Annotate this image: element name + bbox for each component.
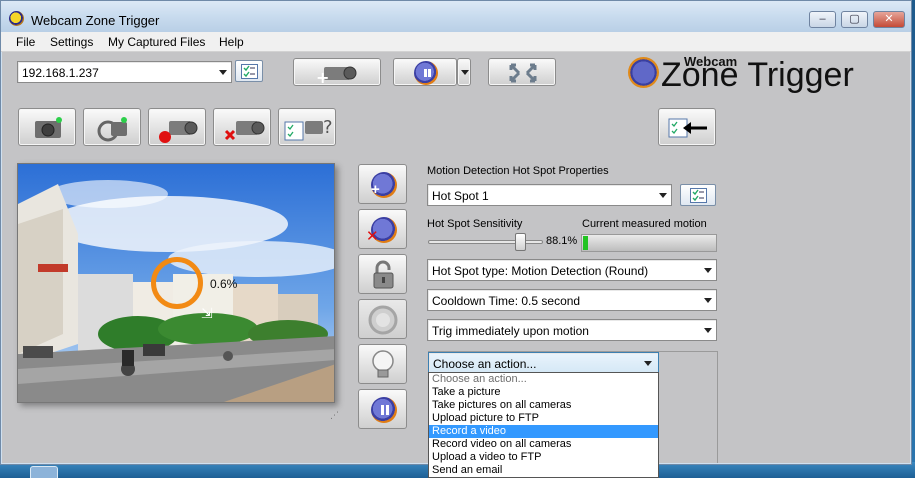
camera-icon bbox=[35, 117, 62, 138]
chevron-down-icon bbox=[704, 328, 712, 333]
action-select[interactable]: Choose an action... bbox=[428, 352, 659, 373]
camera-settings-button[interactable]: ? bbox=[278, 108, 336, 146]
sensitivity-slider-track[interactable] bbox=[428, 240, 543, 244]
pause-icon bbox=[381, 405, 384, 415]
refresh-hotspot-button[interactable] bbox=[358, 299, 407, 339]
edit-hotspot-button[interactable] bbox=[680, 184, 716, 206]
fullscreen-icon bbox=[509, 63, 537, 83]
action-option[interactable]: Send an email bbox=[429, 464, 658, 477]
action-option[interactable]: Record video on all cameras bbox=[429, 438, 658, 451]
remove-camera-button[interactable] bbox=[213, 108, 271, 146]
close-icon: ✕ bbox=[366, 228, 379, 245]
menu-file[interactable]: File bbox=[16, 35, 35, 49]
action-select-value: Choose an action... bbox=[433, 357, 537, 371]
chevron-down-icon bbox=[704, 298, 712, 303]
refresh-orb-icon bbox=[368, 305, 398, 335]
trigger-select[interactable]: Trig immediately upon motion bbox=[427, 319, 717, 341]
pause-dropdown-button[interactable] bbox=[457, 58, 471, 86]
resize-arrow-icon[interactable]: ⇲ bbox=[201, 305, 213, 322]
export-hotspot-button[interactable] bbox=[658, 108, 716, 146]
hotspot-orb-icon bbox=[371, 397, 397, 423]
trigger-value: Trig immediately upon motion bbox=[432, 324, 589, 338]
chevron-down-icon bbox=[659, 193, 667, 198]
hotspot-properties-heading: Motion Detection Hot Spot Properties bbox=[427, 165, 609, 177]
fullscreen-button[interactable] bbox=[488, 58, 556, 86]
motion-meter-fill bbox=[583, 236, 588, 250]
pause-detection-button[interactable] bbox=[393, 58, 457, 86]
action-option[interactable]: Upload a video to FTP bbox=[429, 451, 658, 464]
checklist-camera-icon: ? bbox=[284, 117, 333, 141]
menu-my-captured-files[interactable]: My Captured Files bbox=[108, 35, 205, 49]
minimize-button[interactable]: – bbox=[809, 11, 836, 28]
menu-settings[interactable]: Settings bbox=[50, 35, 93, 49]
menu-help[interactable]: Help bbox=[219, 35, 244, 49]
chevron-down-icon bbox=[704, 268, 712, 273]
camera-address-select[interactable]: 192.168.1.237 bbox=[17, 61, 232, 83]
logo-icon bbox=[628, 57, 659, 88]
add-hotspot-button[interactable]: + bbox=[358, 164, 407, 204]
hotspot-type-select[interactable]: Hot Spot type: Motion Detection (Round) bbox=[427, 259, 717, 281]
hotspot-ring[interactable] bbox=[151, 257, 203, 309]
action-option[interactable]: Upload picture to FTP bbox=[429, 412, 658, 425]
chevron-down-icon bbox=[644, 361, 652, 366]
timed-picture-button[interactable] bbox=[83, 108, 141, 146]
resize-grip-icon[interactable]: ⋰ bbox=[330, 410, 339, 421]
lock-hotspot-button[interactable] bbox=[358, 254, 407, 294]
sensitivity-label: Hot Spot Sensitivity bbox=[427, 218, 523, 230]
svg-text:+: + bbox=[316, 68, 329, 87]
motion-label: Current measured motion bbox=[582, 218, 707, 230]
logo-big-text: Zone Trigger bbox=[661, 56, 854, 94]
timer-camera-icon bbox=[97, 117, 127, 142]
hotspot-select[interactable]: Hot Spot 1 bbox=[427, 184, 672, 206]
add-camera-icon: + bbox=[316, 66, 357, 87]
action-option[interactable]: Take pictures on all cameras bbox=[429, 399, 658, 412]
cooldown-select[interactable]: Cooldown Time: 0.5 second bbox=[427, 289, 717, 311]
add-camera-button[interactable]: + bbox=[293, 58, 381, 87]
sensitivity-value: 88.1% bbox=[546, 235, 578, 247]
hotspot-type-value: Hot Spot type: Motion Detection (Round) bbox=[432, 264, 649, 278]
maximize-button[interactable]: ▢ bbox=[841, 11, 868, 28]
pause-icon bbox=[424, 69, 427, 77]
cooldown-value: Cooldown Time: 0.5 second bbox=[432, 294, 581, 308]
lock-icon bbox=[373, 260, 394, 289]
action-dropdown-list[interactable]: Choose an action... Take a picture Take pi… bbox=[428, 372, 659, 478]
checklist-icon bbox=[241, 64, 258, 79]
taskbar-app-icon[interactable] bbox=[30, 466, 58, 478]
svg-text:?: ? bbox=[323, 117, 333, 138]
app-icon bbox=[9, 11, 24, 26]
hint-button[interactable] bbox=[358, 344, 407, 384]
window-title: Webcam Zone Trigger bbox=[31, 13, 160, 28]
hotspot-select-value: Hot Spot 1 bbox=[432, 189, 489, 203]
sensitivity-slider-thumb[interactable] bbox=[514, 233, 526, 251]
record-video-button[interactable] bbox=[148, 108, 206, 146]
record-camera-icon bbox=[159, 121, 198, 143]
chevron-down-icon bbox=[219, 70, 227, 75]
action-option[interactable]: Record a video bbox=[429, 425, 658, 438]
action-option[interactable]: Take a picture bbox=[429, 386, 658, 399]
remove-hotspot-button[interactable]: ✕ bbox=[358, 209, 407, 249]
chevron-down-icon bbox=[461, 70, 469, 75]
take-picture-button[interactable] bbox=[18, 108, 76, 146]
lightbulb-icon bbox=[372, 350, 394, 378]
title-bar[interactable]: Webcam Zone Trigger – ▢ ✕ bbox=[1, 1, 911, 32]
menu-bar: File Settings My Captured Files Help bbox=[1, 32, 911, 52]
hotspot-percent: 0.6% bbox=[210, 277, 238, 291]
action-option[interactable]: Choose an action... bbox=[429, 373, 658, 386]
camera-address-value: 192.168.1.237 bbox=[22, 66, 99, 80]
plus-icon: + bbox=[371, 181, 380, 198]
checklist-icon bbox=[690, 188, 707, 203]
edit-camera-button[interactable] bbox=[235, 60, 263, 82]
arrow-into-list-icon bbox=[668, 118, 707, 138]
pause-hotspot-button[interactable] bbox=[358, 389, 407, 429]
remove-camera-icon bbox=[224, 121, 265, 141]
close-button[interactable]: ✕ bbox=[873, 11, 905, 28]
motion-meter bbox=[581, 234, 717, 252]
